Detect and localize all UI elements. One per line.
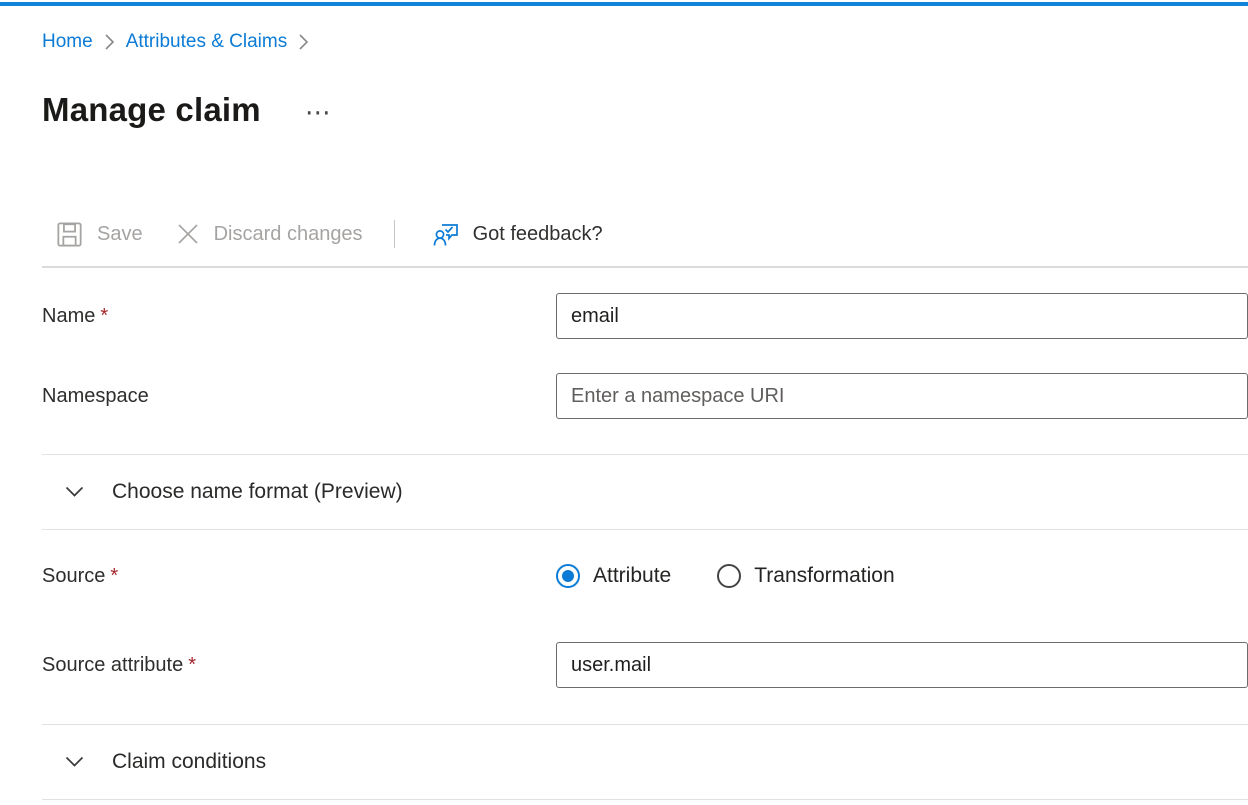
source-radio-group: Attribute Transformation <box>556 564 941 588</box>
claim-conditions-section-header[interactable]: Claim conditions <box>42 725 1248 799</box>
radio-attribute[interactable]: Attribute <box>556 564 671 588</box>
breadcrumb-attributes-claims-link[interactable]: Attributes & Claims <box>126 30 288 54</box>
namespace-field-label: Namespace <box>42 385 556 408</box>
page-title: Manage claim <box>42 91 261 129</box>
radio-attribute-label: Attribute <box>593 564 671 588</box>
save-button-label: Save <box>97 223 143 246</box>
radio-unselected-icon <box>717 564 741 588</box>
save-icon <box>55 220 84 249</box>
section-label: Claim conditions <box>112 750 266 774</box>
section-divider <box>42 529 1248 530</box>
save-button[interactable]: Save <box>55 220 143 249</box>
chevron-down-icon <box>65 486 84 498</box>
source-attribute-field-label: Source attribute* <box>42 654 556 677</box>
name-field-label: Name* <box>42 305 556 328</box>
section-label: Choose name format (Preview) <box>112 480 403 504</box>
namespace-field-row: Namespace <box>42 373 1248 419</box>
feedback-icon <box>432 220 460 248</box>
ellipsis-icon[interactable]: ⋯ <box>305 103 332 123</box>
close-icon <box>175 221 201 247</box>
command-bar: Save Discard changes <box>42 212 1248 256</box>
toolbar-divider <box>394 220 395 248</box>
discard-changes-label: Discard changes <box>214 223 363 246</box>
chevron-right-icon <box>298 33 309 51</box>
manage-claim-panel: Home Attributes & Claims Manage claim ⋯ <box>0 0 1248 800</box>
breadcrumb: Home Attributes & Claims <box>42 0 1248 54</box>
chevron-down-icon <box>65 756 84 768</box>
breadcrumb-home-link[interactable]: Home <box>42 30 93 54</box>
source-attribute-field-row: Source attribute* <box>42 642 1248 688</box>
name-field-row: Name* <box>42 293 1248 339</box>
radio-transformation-label: Transformation <box>754 564 894 588</box>
chevron-right-icon <box>104 33 115 51</box>
radio-selected-icon <box>556 564 580 588</box>
required-asterisk: * <box>110 565 118 587</box>
got-feedback-button[interactable]: Got feedback? <box>432 220 603 248</box>
source-field-row: Source* Attribute Transformation <box>42 558 1248 594</box>
radio-transformation[interactable]: Transformation <box>717 564 894 588</box>
choose-name-format-section-header[interactable]: Choose name format (Preview) <box>42 455 1248 529</box>
window-top-accent-bar <box>0 2 1248 6</box>
got-feedback-label: Got feedback? <box>473 223 603 246</box>
discard-changes-button[interactable]: Discard changes <box>175 221 363 247</box>
source-attribute-input[interactable] <box>556 642 1248 688</box>
required-asterisk: * <box>188 654 196 676</box>
page-header: Manage claim ⋯ <box>42 88 1248 132</box>
source-field-label: Source* <box>42 565 556 588</box>
command-bar-divider <box>42 266 1248 268</box>
section-divider <box>42 799 1248 800</box>
required-asterisk: * <box>100 305 108 327</box>
namespace-input[interactable] <box>556 373 1248 419</box>
name-input[interactable] <box>556 293 1248 339</box>
